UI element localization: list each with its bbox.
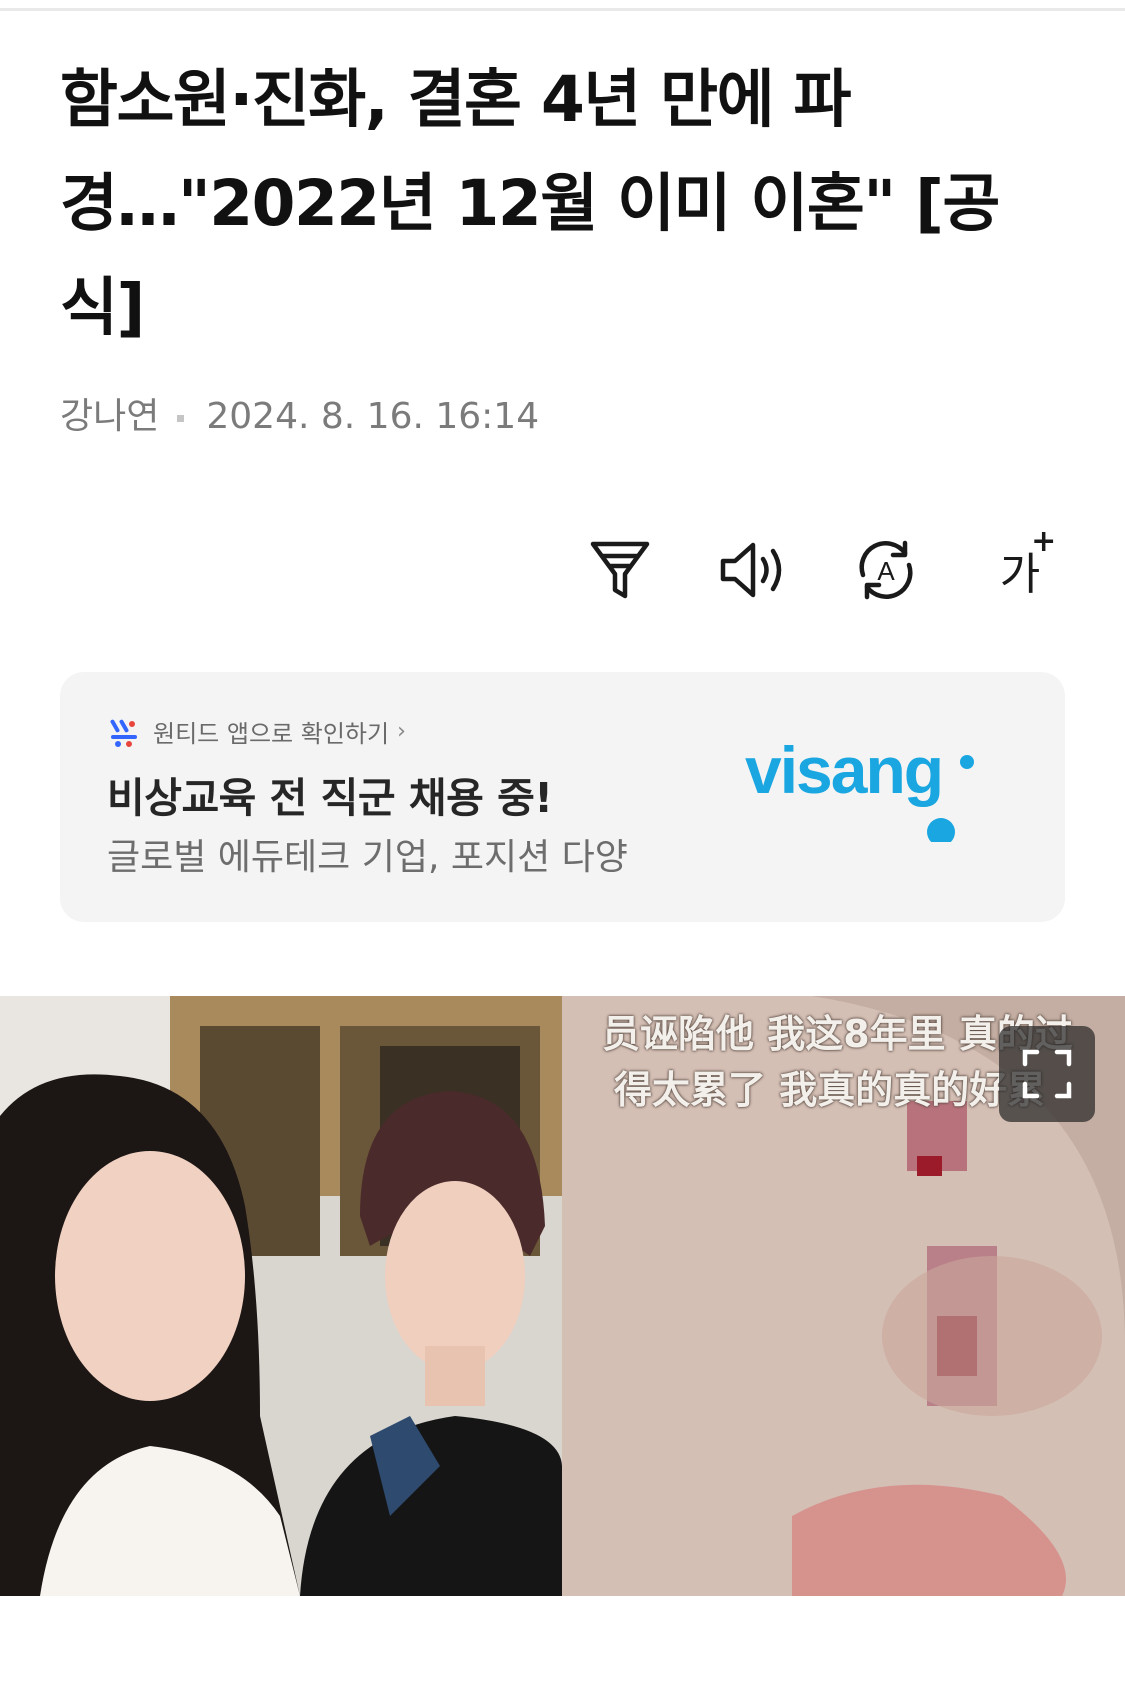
fullscreen-button[interactable] — [999, 1026, 1095, 1122]
font-size-button[interactable]: 가 + — [980, 524, 1060, 610]
translate-button[interactable]: A — [846, 530, 926, 610]
ad-source-link[interactable]: 원티드 앱으로 확인하기 › — [107, 714, 406, 749]
summary-button[interactable] — [580, 530, 660, 610]
brand-dot-icon — [927, 755, 974, 842]
article-headline: 함소원·진화, 결혼 4년 만에 파경…"2022년 12월 이미 이혼" [공… — [60, 63, 1000, 344]
ad-source-label: 원티드 앱으로 확인하기 — [153, 720, 390, 748]
expand-icon — [1022, 1049, 1072, 1099]
ad-banner[interactable]: 원티드 앱으로 확인하기 › 비상교육 전 직군 채용 중! 글로벌 에듀테크 … — [60, 672, 1065, 922]
article-toolbar: A 가 + — [580, 524, 1080, 610]
byline-separator — [177, 414, 185, 422]
listen-button[interactable] — [712, 530, 792, 610]
ad-brand-logo: visang — [745, 732, 985, 842]
summary-filter-icon — [590, 541, 650, 599]
speaker-icon — [720, 542, 782, 598]
wanted-logo-icon — [110, 719, 137, 747]
publish-timestamp: 2024. 8. 16. 16:14 — [206, 396, 540, 437]
article-photo[interactable]: 员诬陷他 我这8年里 真的过 得太累了 我真的真的好累 — [0, 996, 1125, 1596]
ad-description: 글로벌 에듀테크 기업, 포지션 다양 — [107, 837, 628, 878]
article-byline: 강나연 2024. 8. 16. 16:14 — [60, 392, 539, 442]
font-size-icon: 가 + — [1000, 524, 1056, 602]
top-divider — [0, 8, 1125, 11]
photo-left-panel — [0, 996, 562, 1596]
chevron-right-icon: › — [397, 719, 406, 744]
translate-letter: A — [877, 556, 895, 586]
translate-icon: A — [859, 540, 913, 600]
author-name[interactable]: 강나연 — [60, 396, 159, 437]
ad-title: 비상교육 전 직군 채용 중! — [107, 774, 553, 822]
plus-icon: + — [1031, 524, 1057, 559]
